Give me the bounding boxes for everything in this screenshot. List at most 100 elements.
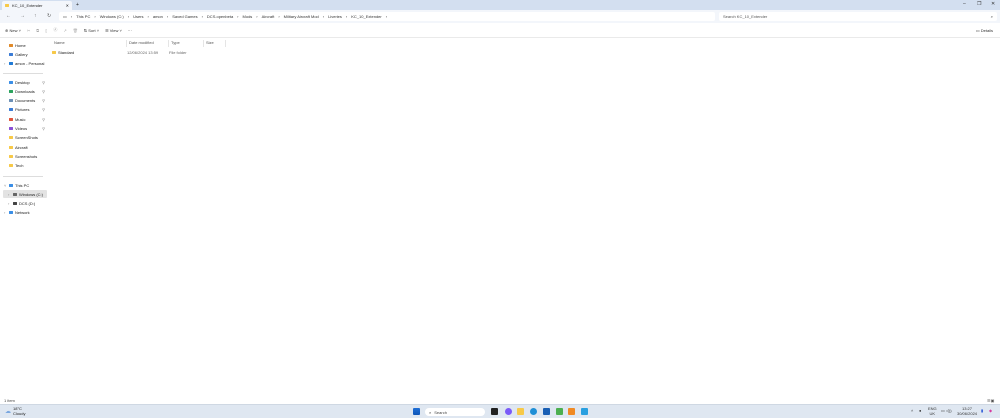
teams-icon[interactable] <box>505 408 512 415</box>
taskbar-search-label: Search <box>434 409 447 415</box>
maximize-button[interactable]: ❐ <box>977 1 981 7</box>
breadcrumb-item[interactable]: DCS.openbeta <box>207 14 233 19</box>
file-date: 12/06/2024 13:59 <box>127 49 159 55</box>
breadcrumb-item[interactable]: Users <box>133 14 143 19</box>
breadcrumb-item[interactable]: KC_10_Extender <box>351 14 381 19</box>
sidebar-item[interactable]: Music ⚲ <box>3 115 47 123</box>
sort-label: Sort <box>88 27 96 33</box>
dcs-icon[interactable] <box>568 408 575 415</box>
breadcrumb-item[interactable]: Aircraft <box>262 14 275 19</box>
breadcrumb-item[interactable]: This PC <box>76 14 90 19</box>
address-bar-area: ← → ↑ ↻ ▭ › This PC › Windows (C:) › Users › am… <box>0 10 1000 23</box>
onedrive-icon <box>9 61 13 65</box>
breadcrumb-item[interactable]: Mods <box>243 14 253 19</box>
forward-icon[interactable]: → <box>20 13 25 19</box>
sidebar-item[interactable]: › DCS (D:) <box>3 199 47 207</box>
paste-icon[interactable]: ▯ <box>45 28 47 33</box>
tab-title: KC_10_Extender <box>12 3 43 8</box>
language-indicator[interactable]: ENG UK <box>928 406 937 416</box>
file-row[interactable]: Standard 12/06/2024 13:59 File folder <box>52 49 227 55</box>
chevron-right-icon: › <box>70 14 73 19</box>
sidebar-item[interactable]: Home <box>3 41 47 49</box>
tab-kc10[interactable]: KC_10_Extender ✕ <box>2 1 72 10</box>
file-type: File folder <box>169 49 187 55</box>
delete-icon[interactable]: 🗑 <box>73 28 78 33</box>
new-tab-button[interactable]: + <box>76 2 79 8</box>
edge-icon[interactable] <box>530 408 537 415</box>
file-name: Standard <box>58 49 75 55</box>
view-toggle-icons[interactable]: ☰▣ <box>987 398 994 403</box>
new-button[interactable]: ⊕ New ˅ <box>5 28 21 33</box>
expand-icon[interactable]: ˅ <box>4 183 6 188</box>
sidebar-item[interactable]: ScreenShots <box>3 134 47 142</box>
sort-button[interactable]: ⇅ Sort ˅ <box>84 28 99 33</box>
sidebar-item[interactable]: › amon - Personal <box>3 59 47 67</box>
column-date-modified[interactable]: Date modified <box>127 40 169 47</box>
expand-icon[interactable]: › <box>8 192 9 197</box>
cut-icon[interactable]: ✂ <box>27 28 30 33</box>
breadcrumb-item[interactable]: Military Aircraft Mod <box>284 14 319 19</box>
start-icon[interactable] <box>413 408 420 415</box>
column-type[interactable]: Type <box>169 40 204 47</box>
app-icon[interactable] <box>556 408 563 415</box>
view-button[interactable]: ☰ View ˅ <box>105 28 122 33</box>
file-explorer-icon[interactable] <box>517 408 524 415</box>
refresh-icon[interactable]: ↻ <box>47 13 51 19</box>
sidebar-item[interactable]: › Windows (C:) <box>3 190 47 198</box>
expand-icon[interactable]: › <box>8 201 9 206</box>
show-hidden-icons[interactable]: ˄ <box>911 408 913 414</box>
sidebar-item[interactable]: Aircraft <box>3 143 47 151</box>
share-icon[interactable]: ↗ <box>63 28 66 33</box>
network-volume-icons[interactable]: ▭ ◁)) <box>941 408 952 414</box>
column-name[interactable]: Name <box>52 40 127 47</box>
sidebar-item[interactable]: Downloads ⚲ <box>3 87 47 95</box>
breadcrumb-item[interactable]: Windows (C:) <box>100 14 124 19</box>
weather-widget[interactable]: ☁ 18°C Cloudy <box>5 406 25 416</box>
breadcrumb-item[interactable]: Saved Games <box>172 14 197 19</box>
breadcrumb-item[interactable]: Liveries <box>328 14 342 19</box>
sidebar-item-label: DCS (D:) <box>19 200 36 206</box>
sidebar-item[interactable]: Videos ⚲ <box>3 125 47 133</box>
gallery-icon <box>9 52 13 56</box>
expand-icon[interactable]: › <box>4 61 5 66</box>
more-button[interactable]: ··· <box>128 28 132 33</box>
search-icon: ⌕ <box>429 409 432 415</box>
expand-icon[interactable]: › <box>4 210 5 215</box>
sidebar-item-label: This PC <box>15 182 30 188</box>
search-input[interactable]: Search KC_10_Extender ⌕ <box>719 12 997 21</box>
network-app-icon[interactable] <box>581 408 588 415</box>
taskbar-search[interactable]: ⌕ Search <box>425 408 485 416</box>
home-icon <box>9 43 13 47</box>
copy-icon[interactable]: ⧉ <box>36 28 39 33</box>
tray-app-icon[interactable]: ● <box>919 408 921 414</box>
cloud-icon: ☁ <box>5 409 11 415</box>
back-icon[interactable]: ← <box>6 13 11 19</box>
sidebar-item[interactable]: ˅ This PC <box>3 181 47 189</box>
sidebar-item[interactable]: Pictures ⚲ <box>3 106 47 114</box>
sidebar-item[interactable]: Screenshots <box>3 152 47 160</box>
navigation-pane: Home Gallery › amon - Personal Desktop ⚲ Downl… <box>0 39 48 397</box>
task-view-icon[interactable] <box>491 408 498 415</box>
breadcrumb-item[interactable]: amon <box>153 14 163 19</box>
copilot-icon[interactable]: ◆ <box>989 408 992 414</box>
folder-icon <box>5 4 9 7</box>
chevron-right-icon: › <box>278 14 280 19</box>
up-icon[interactable]: ↑ <box>34 13 37 19</box>
sidebar-item[interactable]: Desktop ⚲ <box>3 78 47 86</box>
close-tab-icon[interactable]: ✕ <box>66 3 69 8</box>
minimize-button[interactable]: – <box>963 1 966 7</box>
sidebar-item[interactable]: Gallery <box>3 50 47 58</box>
date: 30/06/2024 <box>957 410 978 416</box>
pin-icon: ⚲ <box>42 116 45 122</box>
sidebar-item[interactable]: Tech <box>3 162 47 170</box>
column-size[interactable]: Size <box>204 40 226 47</box>
rename-icon[interactable]: Ⓐ <box>53 27 57 33</box>
sidebar-item[interactable]: › Network <box>3 208 47 216</box>
store-icon[interactable] <box>543 408 550 415</box>
close-button[interactable]: ✕ <box>991 1 995 7</box>
clock[interactable]: 13:27 30/06/2024 <box>957 406 978 416</box>
details-button[interactable]: ▭ Details <box>976 28 993 33</box>
notification-icon[interactable]: ▮ <box>981 408 983 414</box>
address-input[interactable]: ▭ › This PC › Windows (C:) › Users › amon › Saved… <box>59 12 715 21</box>
sidebar-item[interactable]: Documents ⚲ <box>3 97 47 105</box>
